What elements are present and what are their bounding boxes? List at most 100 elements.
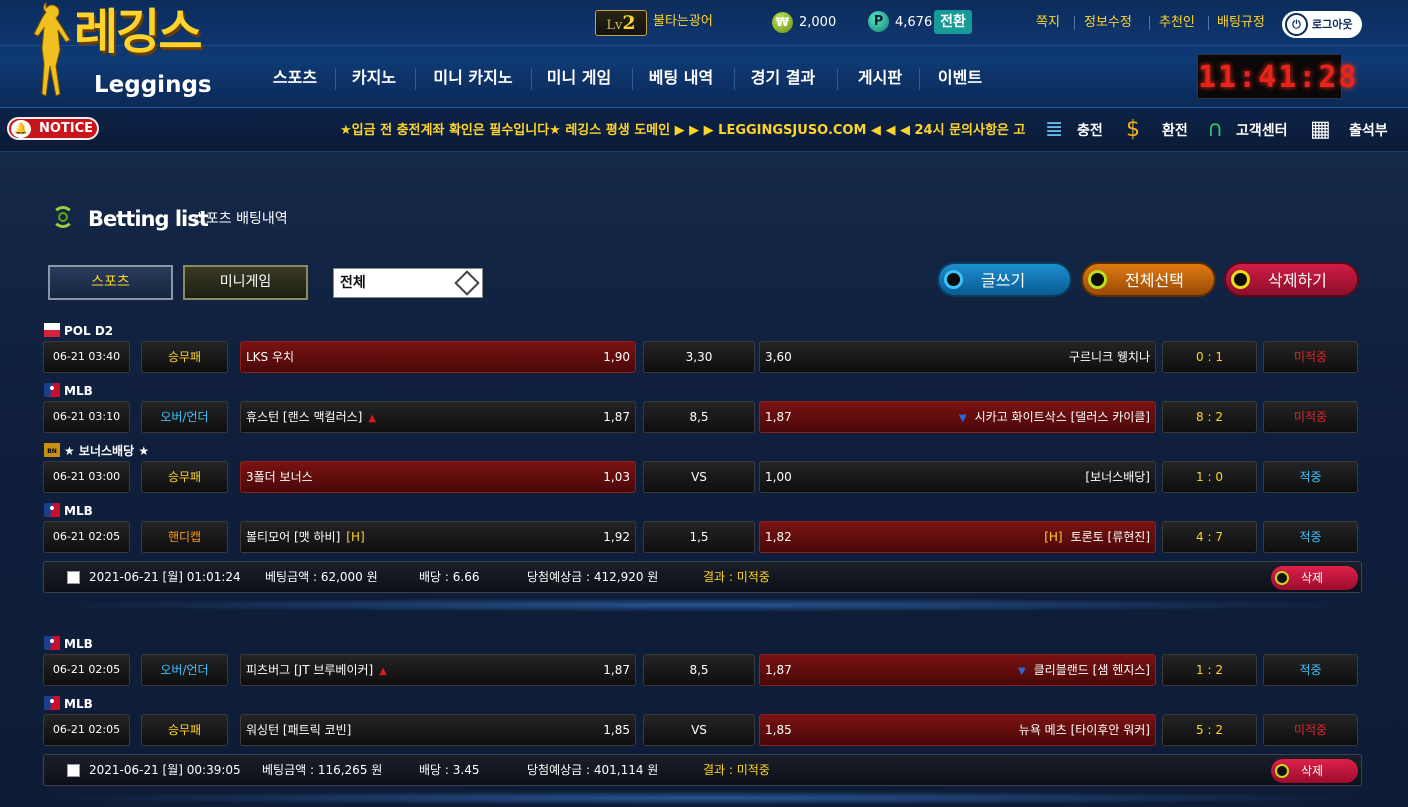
league-name: MLB <box>64 384 93 398</box>
draw-odds[interactable]: 8,5 <box>643 401 755 433</box>
bet-result: 적중 <box>1263 521 1358 553</box>
convert-button[interactable]: 전환 <box>934 10 972 34</box>
home-team-odds[interactable]: 3폴더 보너스 1,03 <box>240 461 636 493</box>
home-team-odds[interactable]: 볼티모어 [맷 하비] [H] 1,92 <box>240 521 636 553</box>
away-team-odds[interactable]: 1,87 ▼ 시카고 화이트삭스 [댈러스 카이클] <box>759 401 1156 433</box>
quick-link-support[interactable]: 고객센터 <box>1236 118 1288 144</box>
top-link-separator <box>1208 16 1209 30</box>
bet-summary: 2021-06-21 [월] 00:39:05 베팅금액 : 116,265 원 배… <box>43 754 1362 786</box>
nav-bet-history[interactable]: 베팅 내역 <box>641 54 721 102</box>
top-link-referral[interactable]: 추천인 <box>1159 14 1195 32</box>
away-team-odds[interactable]: 1,85 뉴욕 메츠 [타이후안 워커] <box>759 714 1156 746</box>
home-team: 3폴더 보너스 <box>246 462 313 492</box>
away-team-odds[interactable]: 1,00 [보너스배당] <box>759 461 1156 493</box>
bet-result: 적중 <box>1263 461 1358 493</box>
tab-sports[interactable]: 스포츠 <box>48 265 173 300</box>
nav-separator <box>531 68 532 90</box>
bet-odds: 배당 : 6.66 <box>419 570 480 584</box>
page-title: Betting list <box>88 207 209 231</box>
draw-odds[interactable]: VS <box>643 714 755 746</box>
mlb-logo-icon <box>44 503 60 517</box>
away-team-odds[interactable]: 1,87 ▼ 클리블랜드 [샘 헨지스] <box>759 654 1156 686</box>
quick-link-withdraw[interactable]: 환전 <box>1162 118 1188 144</box>
write-button[interactable]: 글쓰기 <box>937 262 1072 297</box>
notice-button[interactable]: 🔔 NOTICE <box>7 117 99 140</box>
home-team-odds[interactable]: LKS 우치 1,90 <box>240 341 636 373</box>
home-odds: 1,90 <box>603 350 630 364</box>
filter-select[interactable]: 전체 <box>333 268 483 298</box>
delete-bet-label: 삭제 <box>1301 571 1324 585</box>
bet-checkbox[interactable] <box>67 571 80 584</box>
logout-label: 로그아웃 <box>1312 18 1353 31</box>
league-label: MLB <box>44 382 93 400</box>
match-score: 0 : 1 <box>1162 341 1257 373</box>
league-name: MLB <box>64 637 93 651</box>
home-team-odds[interactable]: 휴스턴 [랜스 맥컬러스] ▲ 1,87 <box>240 401 636 433</box>
away-team-name: [보너스배당] <box>1085 470 1150 484</box>
quick-link-deposit[interactable]: 충전 <box>1077 118 1103 144</box>
nav-event[interactable]: 이벤트 <box>927 54 993 102</box>
bet-checkbox[interactable] <box>67 764 80 777</box>
nav-sports[interactable]: 스포츠 <box>261 54 329 102</box>
money-icon: ₩ <box>772 12 793 33</box>
home-team-name: LKS 우치 <box>246 350 295 364</box>
delete-selected-label: 삭제하기 <box>1268 271 1327 290</box>
level-number: 2 <box>622 12 636 34</box>
draw-odds[interactable]: VS <box>643 461 755 493</box>
level-prefix: Lv <box>606 18 623 33</box>
home-team-odds[interactable]: 워싱턴 [패트릭 코빈] 1,85 <box>240 714 636 746</box>
top-link-edit-info[interactable]: 정보수정 <box>1084 14 1132 32</box>
match-time: 06-21 03:00 <box>43 461 130 493</box>
top-link-message[interactable]: 쪽지 <box>1036 14 1060 32</box>
bet-amount: 베팅금액 : 62,000 원 <box>265 570 378 584</box>
select-all-button[interactable]: 전체선택 <box>1081 262 1216 297</box>
tab-mini-game[interactable]: 미니게임 <box>183 265 308 300</box>
nav-mini-game[interactable]: 미니 게임 <box>539 54 619 102</box>
dropdown-icon <box>454 270 480 296</box>
match-time: 06-21 03:40 <box>43 341 130 373</box>
quick-link-attendance[interactable]: 출석부 <box>1349 118 1388 144</box>
delete-bet-button[interactable]: 삭제 <box>1271 759 1358 783</box>
bet-expected-win: 당첨예상금 : 412,920 원 <box>527 570 659 584</box>
nav-board[interactable]: 게시판 <box>847 54 913 102</box>
user-nickname: 불타는광어 <box>653 14 713 29</box>
down-arrow-icon: ▼ <box>1017 666 1026 677</box>
home-odds: 1,92 <box>603 530 630 544</box>
home-team: LKS 우치 <box>246 342 294 372</box>
nav-match-results[interactable]: 경기 결과 <box>743 54 823 102</box>
match-score: 4 : 7 <box>1162 521 1257 553</box>
button-dot-icon <box>1088 270 1107 289</box>
top-link-bet-rules[interactable]: 배팅규정 <box>1217 14 1265 32</box>
away-team-odds[interactable]: 3,60 구르니크 웽치나 <box>759 341 1156 373</box>
league-label: POL D2 <box>44 322 113 340</box>
away-team: 구르니크 웽치나 <box>1069 342 1150 372</box>
money-hand-icon: $ <box>1126 117 1140 142</box>
away-team-odds[interactable]: 1,82 [H] 토론토 [류현진] <box>759 521 1156 553</box>
bet-result: 미적중 <box>1263 341 1358 373</box>
delete-selected-button[interactable]: 삭제하기 <box>1224 262 1359 297</box>
draw-odds[interactable]: 1,5 <box>643 521 755 553</box>
nav-casino[interactable]: 카지노 <box>341 54 407 102</box>
nav-separator <box>415 68 416 90</box>
delete-bet-button[interactable]: 삭제 <box>1271 566 1358 590</box>
site-logo[interactable]: 레깅스 Leggings <box>30 2 240 104</box>
bet-type: 오버/언더 <box>141 654 228 686</box>
away-team: ▼ 클리블랜드 [샘 헨지스] <box>1018 655 1150 687</box>
home-team-name: 워싱턴 [패트릭 코빈] <box>246 723 352 737</box>
match-score: 1 : 2 <box>1162 654 1257 686</box>
draw-odds[interactable]: 3,30 <box>643 341 755 373</box>
away-team: [보너스배당] <box>1085 462 1150 492</box>
nav-separator <box>734 68 735 90</box>
away-team-name: 시카고 화이트삭스 [댈러스 카이클] <box>974 410 1150 424</box>
nav-separator <box>919 68 920 90</box>
home-team: 워싱턴 [패트릭 코빈] <box>246 715 351 745</box>
home-odds: 1,87 <box>603 663 630 677</box>
league-name: POL D2 <box>64 324 114 338</box>
write-label: 글쓰기 <box>981 271 1026 290</box>
digital-clock: 11:41:28 <box>1197 54 1357 99</box>
bet-type: 승무패 <box>141 714 228 746</box>
home-team-odds[interactable]: 피츠버그 [JT 브루베이커] ▲ 1,87 <box>240 654 636 686</box>
logout-button[interactable]: ⏻ 로그아웃 <box>1282 11 1362 38</box>
draw-odds[interactable]: 8,5 <box>643 654 755 686</box>
nav-mini-casino[interactable]: 미니 카지노 <box>423 54 523 102</box>
